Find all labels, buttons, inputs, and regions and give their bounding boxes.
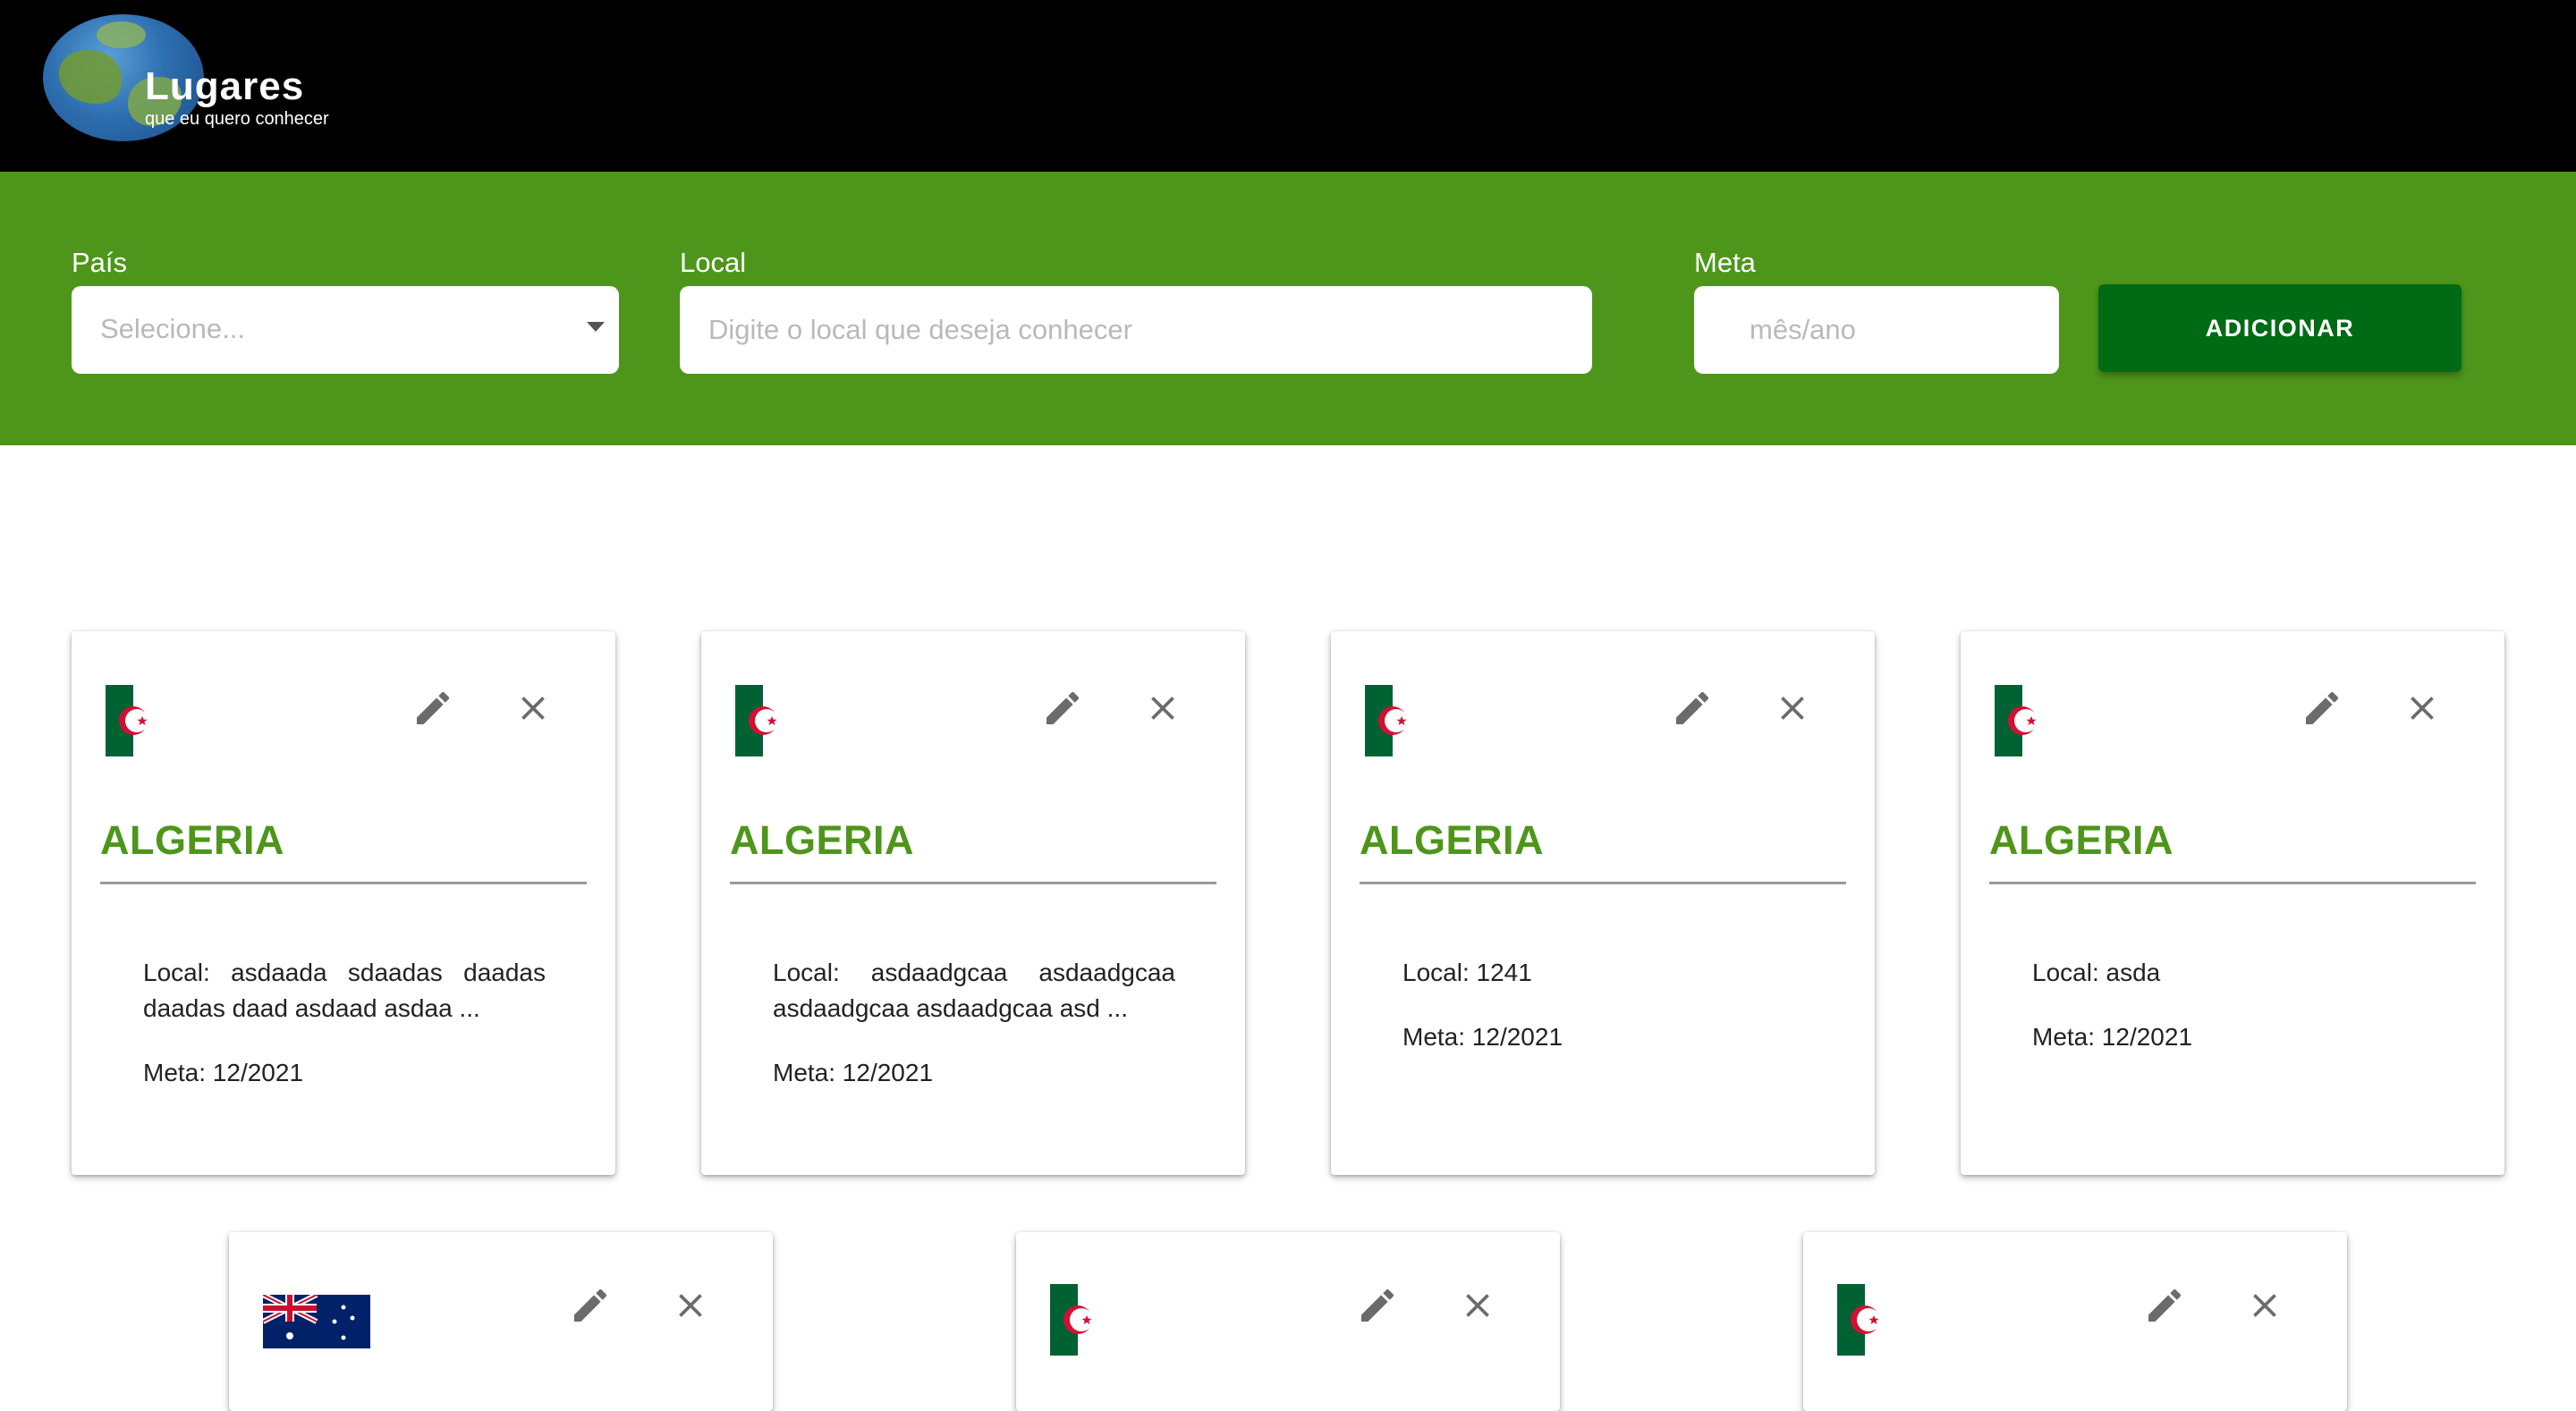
meta-input[interactable] (1694, 286, 2059, 374)
close-icon[interactable] (1773, 689, 1812, 728)
close-icon[interactable] (2245, 1286, 2284, 1325)
card-country: ALGERIA (100, 817, 284, 863)
card-country: ALGERIA (1989, 817, 2174, 863)
algeria-flag-icon (1837, 1284, 1909, 1356)
close-icon[interactable] (671, 1286, 710, 1325)
algeria-flag-icon (735, 685, 807, 756)
place-card: ALGERIA Local: 1241 Meta: 12/2021 (1331, 631, 1875, 1175)
card-divider (730, 882, 1216, 884)
edit-icon[interactable] (2143, 1284, 2186, 1327)
logo-subtitle: que eu quero conhecer (145, 109, 329, 129)
card-meta: Meta: 12/2021 (2032, 1023, 2193, 1051)
card-country: ALGERIA (730, 817, 914, 863)
local-label: Local (680, 247, 747, 278)
country-select-placeholder: Selecione... (100, 313, 245, 344)
card-local: Local: asda (2032, 959, 2161, 986)
app-logo[interactable]: Lugares que eu quero conhecer (43, 14, 365, 145)
card-divider (1989, 882, 2476, 884)
edit-icon[interactable] (569, 1284, 612, 1327)
card-local: Local: 1241 (1402, 959, 1532, 986)
algeria-flag-icon (1365, 685, 1436, 756)
place-card (1803, 1232, 2347, 1411)
card-meta: Meta: 12/2021 (773, 1059, 934, 1086)
edit-icon[interactable] (2301, 687, 2343, 730)
country-label: País (72, 247, 128, 278)
place-card: ALGERIA Local: asdaada sdaadas daadas da… (72, 631, 615, 1175)
algeria-flag-icon (1995, 685, 2066, 756)
close-icon[interactable] (1458, 1286, 1497, 1325)
place-card: ALGERIA Local: asda Meta: 12/2021 (1961, 631, 2504, 1175)
place-card: ALGERIA Local: asdaadgcaa asdaadgcaa asd… (701, 631, 1245, 1175)
country-select[interactable]: Selecione... (72, 286, 619, 374)
place-card (229, 1232, 773, 1411)
close-icon[interactable] (1143, 689, 1182, 728)
australia-flag-icon (263, 1295, 370, 1348)
card-divider (100, 882, 587, 884)
edit-icon[interactable] (1671, 687, 1714, 730)
card-meta: Meta: 12/2021 (1402, 1023, 1563, 1051)
card-local: Local: asdaadgcaa asdaadgcaa asdaadgcaa … (773, 959, 1175, 1022)
local-input[interactable] (680, 286, 1592, 374)
logo-title: Lugares (145, 64, 305, 108)
algeria-flag-icon (106, 685, 177, 756)
caret-down-icon (587, 322, 605, 332)
card-country: ALGERIA (1360, 817, 1544, 863)
card-meta: Meta: 12/2021 (143, 1059, 304, 1086)
edit-icon[interactable] (1041, 687, 1084, 730)
edit-icon[interactable] (411, 687, 454, 730)
meta-label: Meta (1694, 247, 1756, 278)
close-icon[interactable] (513, 689, 553, 728)
card-divider (1360, 882, 1846, 884)
card-local: Local: asdaada sdaadas daadas daadas daa… (143, 959, 546, 1022)
add-button[interactable]: ADICIONAR (2098, 284, 2462, 372)
place-card (1016, 1232, 1560, 1411)
close-icon[interactable] (2402, 689, 2442, 728)
edit-icon[interactable] (1356, 1284, 1399, 1327)
top-header: Lugares que eu quero conhecer (0, 0, 2576, 172)
algeria-flag-icon (1050, 1284, 1122, 1356)
